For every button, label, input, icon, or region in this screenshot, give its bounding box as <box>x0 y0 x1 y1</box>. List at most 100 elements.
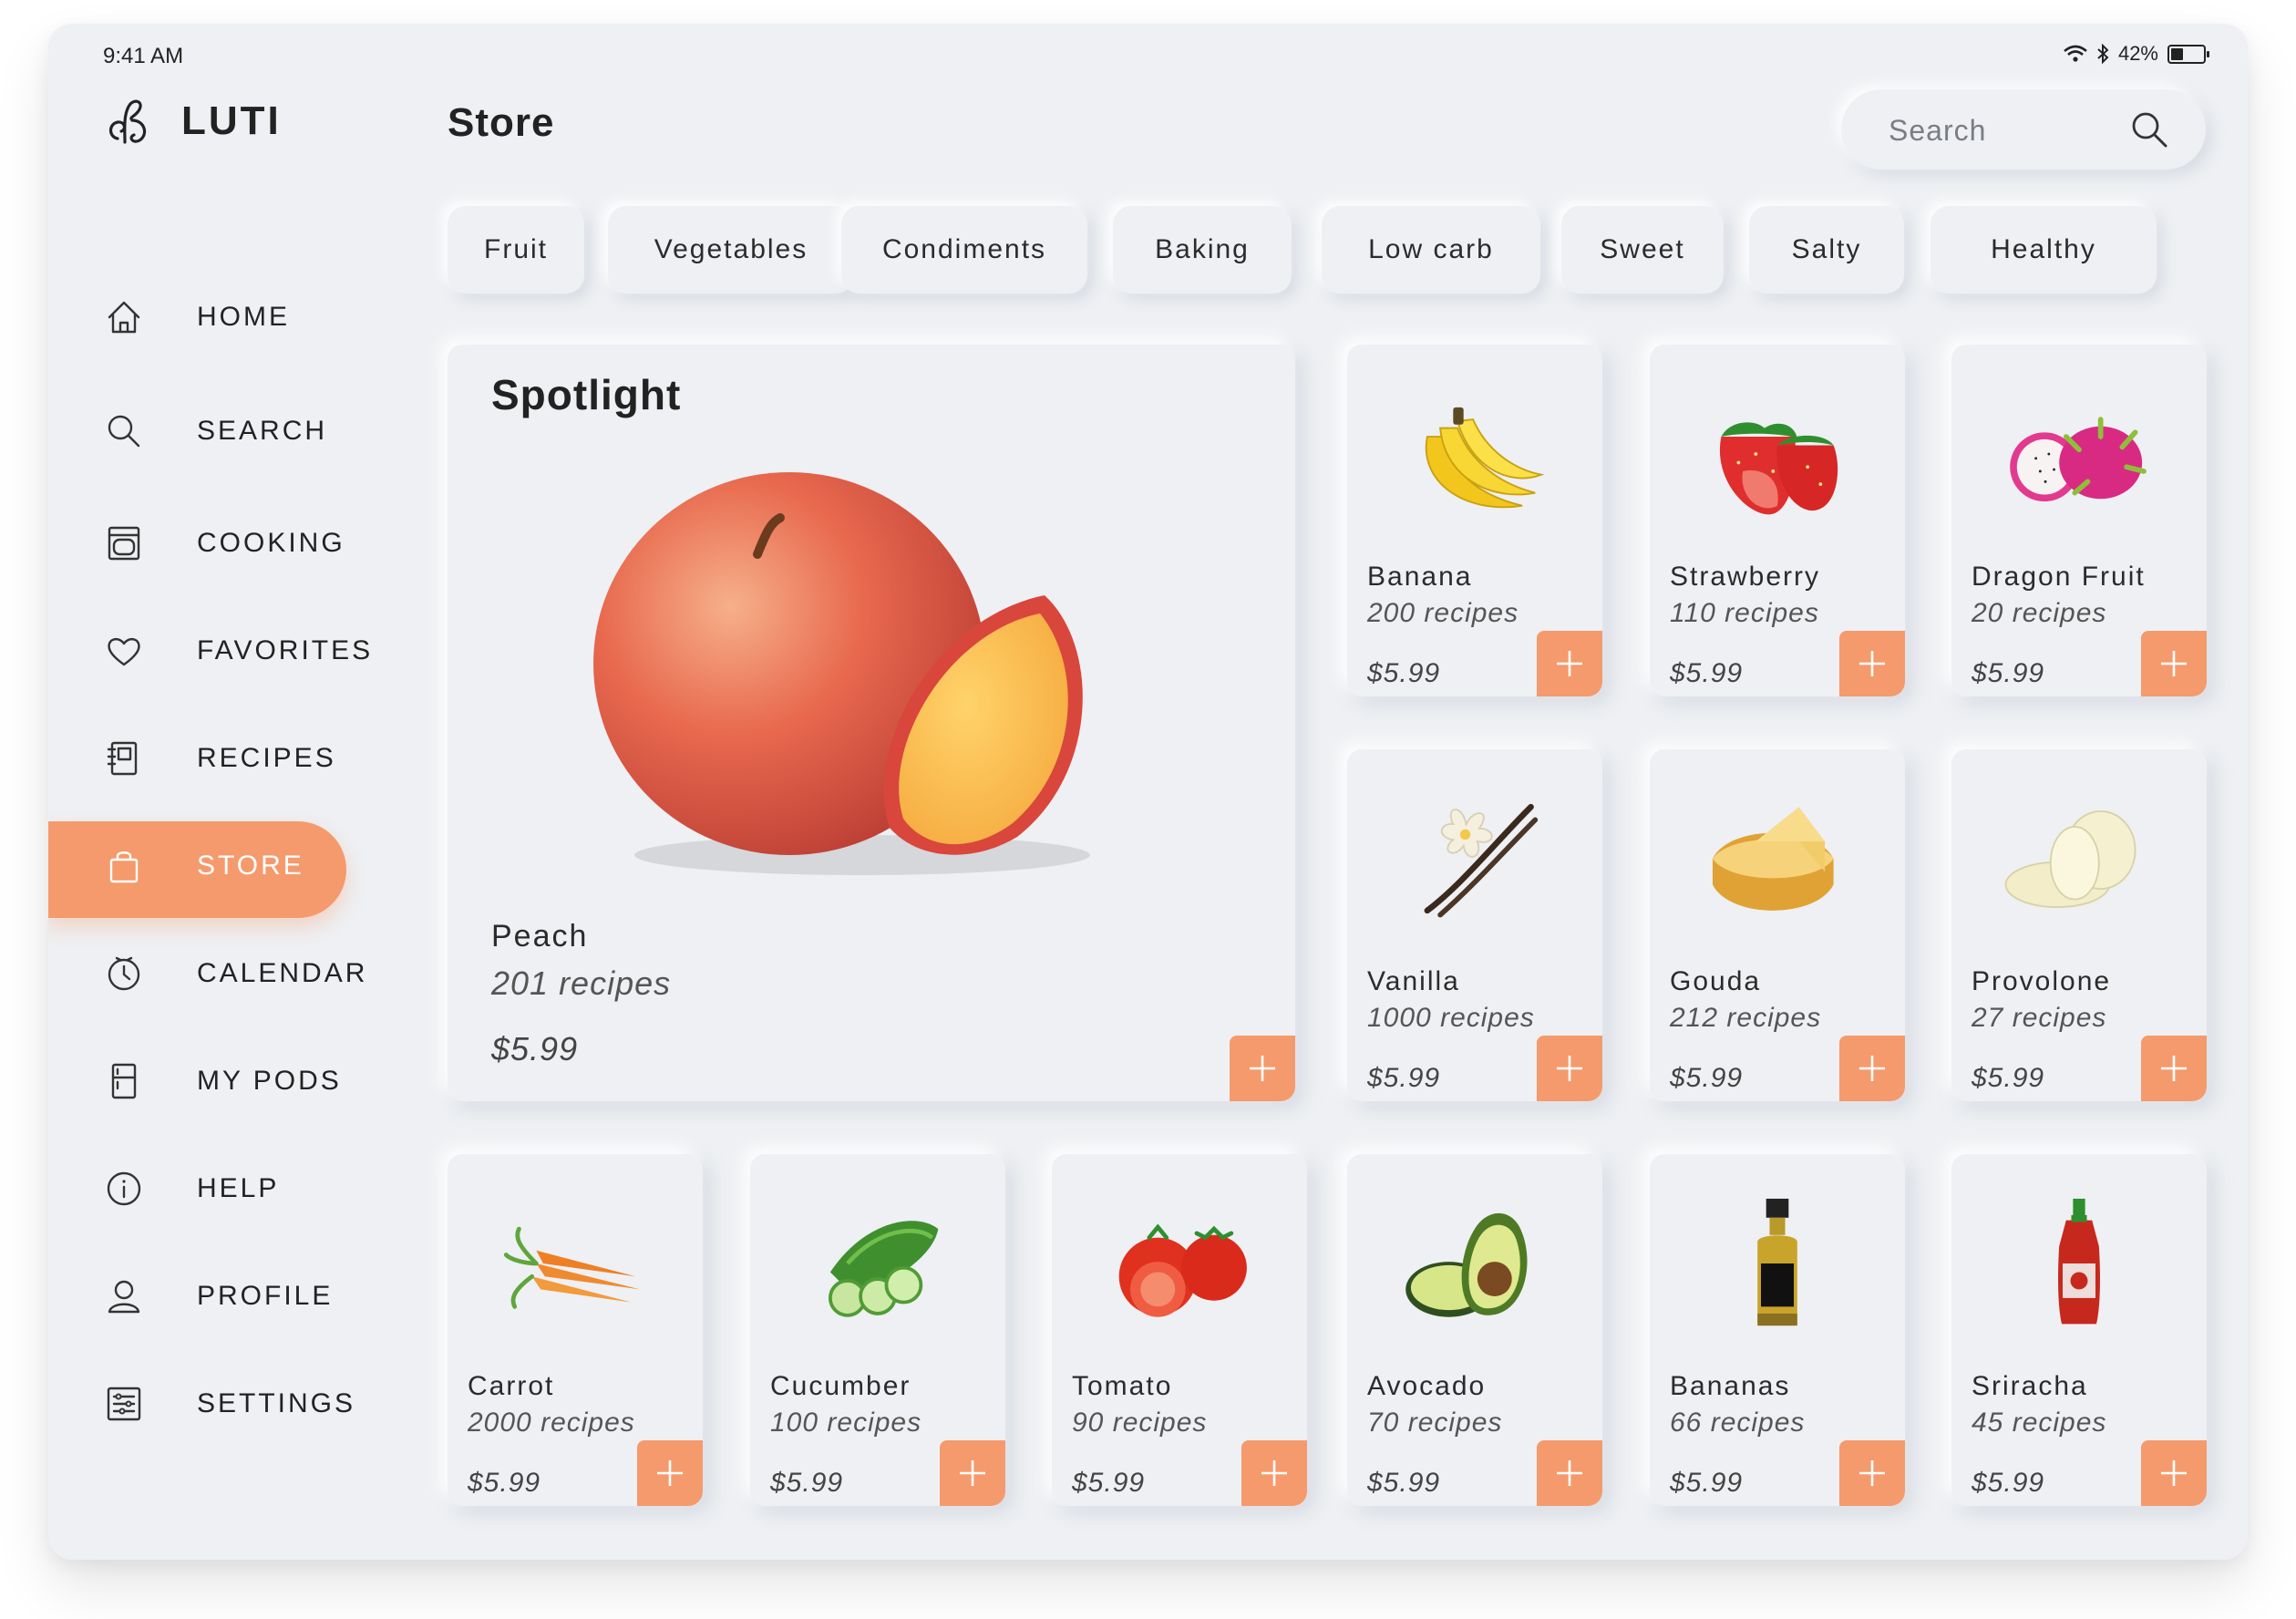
sidebar-item-settings[interactable]: SETTINGS <box>48 1350 413 1458</box>
product-price: $5.99 <box>468 1468 541 1498</box>
product-recipes: 66 recipes <box>1670 1408 1806 1438</box>
product-card[interactable]: Sriracha 45 recipes $5.99 <box>1951 1154 2207 1506</box>
search-icon[interactable] <box>2129 109 2169 150</box>
product-name: Provolone <box>1972 966 2112 996</box>
product-card[interactable]: Gouda 212 recipes $5.99 <box>1650 749 1905 1101</box>
add-to-cart-button[interactable] <box>1241 1440 1307 1506</box>
sidebar-item-cooking[interactable]: COOKING <box>48 490 413 597</box>
product-card[interactable]: Banana 200 recipes $5.99 <box>1347 345 1602 696</box>
sidebar-item-home[interactable]: HOME <box>48 261 413 373</box>
sidebar-item-help[interactable]: HELP <box>48 1135 413 1243</box>
sidebar-item-calendar[interactable]: CALENDAR <box>48 920 413 1027</box>
product-card[interactable]: Dragon Fruit 20 recipes $5.99 <box>1951 345 2207 696</box>
plus-icon <box>1250 1056 1275 1081</box>
add-to-cart-button[interactable] <box>1839 1036 1905 1101</box>
add-to-cart-button[interactable] <box>1537 1036 1602 1101</box>
product-card[interactable]: Tomato 90 recipes $5.99 <box>1052 1154 1307 1506</box>
category-chip-healthy[interactable]: Healthy <box>1930 206 2157 294</box>
info-icon <box>103 1168 145 1210</box>
settings-sliders-icon <box>103 1383 145 1425</box>
sidebar-item-my-pods[interactable]: MY PODS <box>48 1027 413 1135</box>
add-to-cart-button[interactable] <box>1839 631 1905 696</box>
sidebar-item-label: MY PODS <box>197 1066 342 1096</box>
product-name: Tomato <box>1072 1371 1173 1401</box>
product-card[interactable]: Bananas 66 recipes $5.99 <box>1650 1154 1905 1506</box>
category-chip-fruit[interactable]: Fruit <box>448 206 584 294</box>
product-recipes: 27 recipes <box>1972 1003 2107 1033</box>
plus-icon <box>1859 1460 1885 1486</box>
product-card[interactable]: Strawberry 110 recipes $5.99 <box>1650 345 1905 696</box>
search-bar[interactable] <box>1841 89 2206 170</box>
spotlight-recipes: 201 recipes <box>491 964 672 1002</box>
product-recipes: 45 recipes <box>1972 1408 2107 1438</box>
heart-icon <box>103 630 145 672</box>
add-to-cart-button[interactable] <box>1537 631 1602 696</box>
product-card[interactable]: Vanilla 1000 recipes $5.99 <box>1347 749 1602 1101</box>
plus-icon <box>2161 1056 2187 1081</box>
sidebar-item-favorites[interactable]: FAVORITES <box>48 597 413 705</box>
plus-icon <box>2161 651 2187 676</box>
product-name: Sriracha <box>1972 1371 2088 1401</box>
add-to-cart-button[interactable] <box>1537 1440 1602 1506</box>
banana-image <box>1425 407 1545 509</box>
plus-icon <box>657 1460 683 1486</box>
product-name: Carrot <box>468 1371 555 1401</box>
product-card[interactable]: Carrot 2000 recipes $5.99 <box>448 1154 703 1506</box>
product-name: Vanilla <box>1367 966 1460 996</box>
sidebar-item-profile[interactable]: PROFILE <box>48 1243 413 1350</box>
clock-icon <box>103 953 145 995</box>
add-to-cart-button[interactable] <box>2141 631 2207 696</box>
product-price: $5.99 <box>1972 1468 2045 1498</box>
vanilla-image <box>1424 803 1539 918</box>
product-price: $5.99 <box>1670 658 1744 688</box>
product-card[interactable]: Provolone 27 recipes $5.99 <box>1951 749 2207 1101</box>
sidebar-item-search[interactable]: SEARCH <box>48 373 413 490</box>
category-chip-salty[interactable]: Salty <box>1749 206 1904 294</box>
status-time: 9:41 AM <box>103 44 184 68</box>
battery-percent: 42% <box>2117 42 2158 65</box>
provolone-image <box>2004 810 2136 908</box>
sidebar-item-store[interactable]: STORE <box>48 812 413 920</box>
category-chip-baking[interactable]: Baking <box>1113 206 1292 294</box>
product-card[interactable]: Cucumber 100 recipes $5.99 <box>750 1154 1005 1506</box>
peach-image <box>593 472 1090 875</box>
product-card[interactable]: Avocado 70 recipes $5.99 <box>1347 1154 1602 1506</box>
sidebar-item-label: SEARCH <box>197 416 328 446</box>
home-icon <box>103 296 145 338</box>
category-chip-low-carb[interactable]: Low carb <box>1322 206 1540 294</box>
app-logo[interactable]: LUTI <box>105 95 282 148</box>
plus-icon <box>1859 651 1885 676</box>
add-to-cart-button[interactable] <box>2141 1440 2207 1506</box>
sidebar-item-recipes[interactable]: RECIPES <box>48 705 413 812</box>
product-recipes: 20 recipes <box>1972 598 2107 628</box>
recipe-book-icon <box>103 737 145 779</box>
product-price: $5.99 <box>1072 1468 1146 1498</box>
sidebar: HOME SEARCH COOKING FAVORITES RECIPES STORE CA… <box>48 261 413 1458</box>
search-input[interactable] <box>1887 109 2127 151</box>
add-to-cart-button[interactable] <box>1839 1440 1905 1506</box>
user-icon <box>103 1275 145 1317</box>
sriracha-image <box>2058 1198 2100 1325</box>
sidebar-item-label: HOME <box>197 301 290 332</box>
fridge-icon <box>103 1060 145 1102</box>
add-to-cart-button[interactable] <box>2141 1036 2207 1101</box>
product-price: $5.99 <box>1972 1063 2045 1093</box>
sidebar-item-label: RECIPES <box>197 743 336 773</box>
product-name: Banana <box>1367 562 1473 592</box>
category-chip-condiments[interactable]: Condiments <box>841 206 1087 294</box>
category-chip-sweet[interactable]: Sweet <box>1561 206 1724 294</box>
add-to-cart-button[interactable] <box>940 1440 1005 1506</box>
product-name: Cucumber <box>770 1371 911 1401</box>
add-to-cart-button[interactable] <box>637 1440 703 1506</box>
category-chip-vegetables[interactable]: Vegetables <box>608 206 854 294</box>
sidebar-item-label: FAVORITES <box>197 635 374 665</box>
gouda-image <box>1712 807 1834 911</box>
spotlight-title: Spotlight <box>491 371 682 418</box>
spotlight-card[interactable]: Spotlight Peach 201 recipes $5.99 <box>448 345 1295 1101</box>
product-name: Bananas <box>1670 1371 1791 1401</box>
bluetooth-icon <box>2097 44 2109 64</box>
add-to-cart-button[interactable] <box>1230 1036 1295 1101</box>
battery-icon <box>2167 44 2209 64</box>
product-price: $5.99 <box>1367 1063 1441 1093</box>
product-price: $5.99 <box>1367 1468 1441 1498</box>
